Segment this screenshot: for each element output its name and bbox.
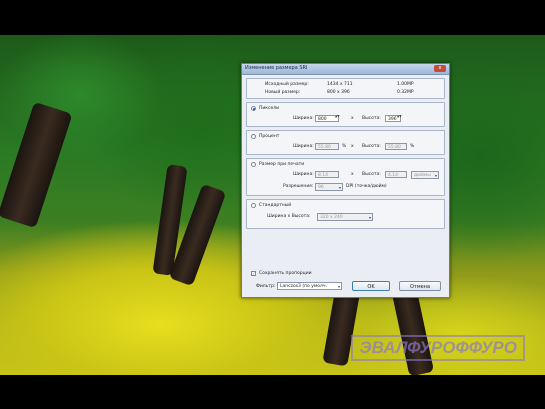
pixels-x-label: x bbox=[351, 116, 354, 121]
pixels-width-spin-icon[interactable]: ▲▼ bbox=[335, 115, 340, 122]
pixels-group: Пиксели Ширина: 800 ▲▼ x Высота: 396 ▲▼ bbox=[246, 102, 445, 127]
pixels-radio[interactable] bbox=[251, 106, 256, 111]
keep-ratio-checkbox[interactable]: ✓ bbox=[251, 271, 256, 276]
standard-radio[interactable] bbox=[251, 203, 256, 208]
original-dims: 1434 x 711 bbox=[327, 82, 353, 87]
pixels-height-label: Высота: bbox=[362, 116, 381, 121]
print-unit-select[interactable]: дюймы ▾ bbox=[411, 171, 439, 179]
print-height-input[interactable]: 4.14 bbox=[385, 171, 407, 178]
percent-width-label: Ширина: bbox=[293, 144, 314, 149]
new-dims: 800 x 396 bbox=[327, 90, 350, 95]
percent-group: Процент Ширина: 55.80 % x Высота: 55.80 … bbox=[246, 130, 445, 155]
print-width-input[interactable]: 8.14 bbox=[315, 171, 339, 178]
watermark: ЭВАЛФУРОФФУРО bbox=[351, 335, 525, 361]
resolution-select[interactable]: 96 ▾ bbox=[315, 183, 343, 191]
original-size-label: Исходный размер: bbox=[265, 82, 309, 87]
standard-size-select[interactable]: 320 x 240 ▾ bbox=[317, 213, 373, 221]
percent-width-input[interactable]: 55.80 bbox=[315, 143, 339, 150]
filter-label: Фильтр: bbox=[256, 284, 276, 289]
cancel-button[interactable]: Отмена bbox=[399, 281, 441, 291]
chevron-down-icon: ▾ bbox=[338, 185, 341, 190]
close-button[interactable]: x bbox=[434, 65, 446, 72]
standard-group: Стандартный Ширина x Высота: 320 x 240 ▾ bbox=[246, 199, 445, 229]
dialog-title: Изменение размера SRI bbox=[245, 65, 308, 71]
percent-height-input[interactable]: 55.80 bbox=[385, 143, 407, 150]
print-width-label: Ширина: bbox=[293, 172, 314, 177]
size-info-box: Исходный размер: 1434 x 711 1.00MP Новый… bbox=[246, 78, 445, 99]
standard-size-label: Ширина x Высота: bbox=[267, 214, 311, 219]
print-size-radio[interactable] bbox=[251, 162, 256, 167]
keep-ratio-label: Сохранять пропорции bbox=[259, 271, 312, 276]
dpi-label: DPI (точка/дюйм) bbox=[346, 184, 387, 189]
chevron-down-icon: ▾ bbox=[368, 215, 371, 220]
print-size-group: Размер при печати Ширина: 8.14 x Высота:… bbox=[246, 158, 445, 196]
percent-label: Процент bbox=[259, 134, 280, 139]
pixels-label: Пиксели bbox=[259, 106, 280, 111]
resolution-label: Разрешение: bbox=[283, 184, 314, 189]
tree-trunk bbox=[0, 101, 73, 229]
new-megapixels: 0.32MP bbox=[397, 90, 414, 95]
standard-size-value: 320 x 240 bbox=[320, 215, 343, 220]
percent-x-label: x bbox=[351, 144, 354, 149]
dialog-titlebar[interactable]: Изменение размера SRI x bbox=[242, 64, 449, 75]
pixels-height-spin-icon[interactable]: ▲▼ bbox=[397, 115, 402, 122]
percent-height-unit: % bbox=[410, 144, 415, 149]
standard-label: Стандартный bbox=[259, 203, 292, 208]
percent-height-label: Высота: bbox=[362, 144, 381, 149]
print-height-label: Высота: bbox=[362, 172, 381, 177]
original-megapixels: 1.00MP bbox=[397, 82, 414, 87]
pixels-width-label: Ширина: bbox=[293, 116, 314, 121]
new-size-label: Новый размер: bbox=[265, 90, 301, 95]
resolution-value: 96 bbox=[318, 185, 324, 190]
print-x-label: x bbox=[351, 172, 354, 177]
ok-button[interactable]: OK bbox=[352, 281, 390, 291]
filter-select[interactable]: Lanczos3 (по умолч. ▾ bbox=[277, 282, 342, 290]
print-size-label: Размер при печати bbox=[259, 162, 305, 167]
filter-value: Lanczos3 (по умолч. bbox=[280, 284, 328, 289]
percent-radio[interactable] bbox=[251, 134, 256, 139]
resize-dialog: Изменение размера SRI x Исходный размер:… bbox=[241, 63, 450, 298]
chevron-down-icon: ▾ bbox=[337, 284, 340, 289]
print-unit-value: дюймы bbox=[414, 173, 431, 178]
chevron-down-icon: ▾ bbox=[434, 173, 437, 178]
percent-width-unit: % bbox=[342, 144, 347, 149]
